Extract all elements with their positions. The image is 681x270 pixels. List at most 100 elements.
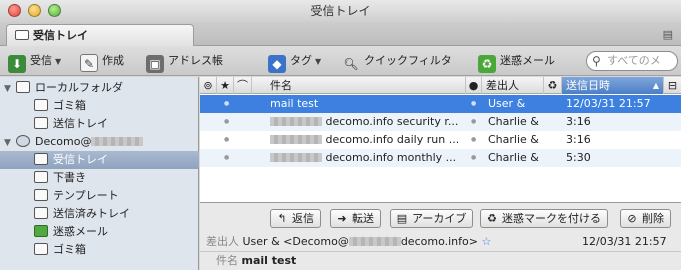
message-row[interactable]: ● mail test ● User & 12/03/31 21:57 bbox=[200, 95, 681, 113]
tab-bar: 受信トレイ ▤ bbox=[0, 22, 681, 46]
column-picker-icon[interactable]: ⊟ bbox=[664, 77, 681, 94]
unstarred-icon[interactable]: ● bbox=[224, 149, 229, 167]
redacted-text bbox=[91, 137, 144, 146]
inbox-icon bbox=[34, 153, 48, 165]
chevron-down-icon[interactable]: ▼ bbox=[55, 57, 61, 66]
read-status-icon[interactable]: ● bbox=[471, 149, 476, 167]
disclosure-triangle-icon[interactable]: ▼ bbox=[4, 80, 16, 98]
read-status-icon[interactable]: ● bbox=[471, 113, 476, 131]
quick-filter-button[interactable]: 🔍︎ クイックフィルタ bbox=[342, 50, 451, 72]
message-subject: decomo.info security r... bbox=[325, 115, 459, 128]
date-column-header[interactable]: 送信日時 ▲ bbox=[562, 77, 664, 94]
account-icon bbox=[16, 135, 30, 147]
folder-sent[interactable]: 送信済みトレイ bbox=[34, 205, 130, 223]
recycle-icon: ♻ bbox=[487, 212, 497, 225]
delete-label: 削除 bbox=[642, 212, 664, 225]
folder-local-outbox[interactable]: 送信トレイ bbox=[34, 115, 108, 133]
folder-local-trash[interactable]: ゴミ箱 bbox=[34, 97, 86, 115]
compose-label: 作成 bbox=[102, 54, 124, 67]
message-sender: Charlie & bbox=[488, 151, 539, 164]
star-column-icon[interactable]: ★ bbox=[217, 77, 234, 94]
folder-label: 送信済みトレイ bbox=[53, 207, 130, 220]
archive-button[interactable]: ▤ アーカイブ bbox=[390, 209, 474, 228]
folder-label: ローカルフォルダ bbox=[35, 81, 123, 94]
subject-label: 件名 bbox=[216, 254, 238, 267]
folder-drafts[interactable]: 下書き bbox=[34, 169, 86, 187]
minimize-window-button[interactable] bbox=[28, 4, 41, 17]
read-status-icon[interactable]: ● bbox=[471, 95, 476, 113]
address-book-icon: ▣ bbox=[146, 55, 164, 73]
trash-icon bbox=[34, 99, 48, 111]
subject-column-header[interactable]: 件名 bbox=[252, 77, 466, 94]
star-contact-icon[interactable]: ☆ bbox=[481, 235, 491, 248]
folder-templates[interactable]: テンプレート bbox=[34, 187, 119, 205]
message-sender: Charlie & bbox=[488, 115, 539, 128]
from-address-prefix: User & <Decomo@ bbox=[242, 235, 349, 248]
tab-list-icon[interactable]: ▤ bbox=[663, 28, 673, 41]
redacted-text bbox=[270, 153, 322, 162]
search-input[interactable]: ⚲ すべてのメ bbox=[586, 51, 678, 71]
address-book-button[interactable]: ▣ アドレス帳 bbox=[146, 50, 223, 73]
folder-trash[interactable]: ゴミ箱 bbox=[34, 241, 86, 259]
from-header: 差出人 User & <Decomo@ decomo.info> ☆ bbox=[206, 234, 491, 250]
folder-label: 受信トレイ bbox=[53, 153, 108, 166]
attachment-column-icon[interactable]: ⌒ bbox=[234, 77, 252, 94]
close-window-button[interactable] bbox=[8, 4, 21, 17]
tab-inbox[interactable]: 受信トレイ bbox=[6, 24, 194, 46]
compose-button[interactable]: ✎ 作成 bbox=[80, 50, 124, 72]
tag-button[interactable]: ◆ タグ ▼ bbox=[268, 50, 321, 73]
disclosure-triangle-icon[interactable]: ▼ bbox=[4, 134, 16, 152]
forward-arrow-icon: ➜ bbox=[337, 212, 347, 225]
address-book-label: アドレス帳 bbox=[168, 54, 223, 67]
message-row[interactable]: ● decomo.info security r... ● Charlie & … bbox=[200, 113, 681, 131]
mail-window: 受信トレイ 受信トレイ ▤ ⬇ 受信 ▼ ✎ 作成 ▣ アドレス帳 ◆ タグ ▼ 🔍︎ クイッ… bbox=[0, 0, 681, 270]
folder-account[interactable]: ▼ Decomo@ bbox=[4, 133, 144, 152]
message-date: 3:16 bbox=[566, 133, 591, 146]
folder-label: Decomo@ bbox=[35, 135, 92, 148]
sort-ascending-icon: ▲ bbox=[652, 81, 659, 90]
folder-inbox[interactable]: 受信トレイ bbox=[0, 151, 199, 169]
read-status-icon[interactable]: ● bbox=[471, 131, 476, 149]
unstarred-icon[interactable]: ● bbox=[224, 95, 229, 113]
thread-column-icon[interactable]: ⊚ bbox=[200, 77, 217, 94]
mark-junk-button[interactable]: ♻ 迷惑マークを付ける bbox=[480, 209, 608, 228]
unstarred-icon[interactable]: ● bbox=[224, 131, 229, 149]
message-list-header: ⊚ ★ ⌒ 件名 ● 差出人 ♻ 送信日時 ▲ ⊟ bbox=[200, 77, 681, 94]
message-date: 3:16 bbox=[566, 115, 591, 128]
junk-button[interactable]: ♻ 迷惑メール bbox=[478, 50, 555, 73]
folder-label: 送信トレイ bbox=[53, 117, 108, 130]
message-row[interactable]: ● decomo.info monthly ... ● Charlie & 5:… bbox=[200, 149, 681, 167]
from-address-suffix: decomo.info> bbox=[400, 235, 478, 248]
read-column-icon[interactable]: ● bbox=[466, 77, 482, 94]
from-address[interactable]: User & <Decomo@ decomo.info> bbox=[243, 235, 478, 248]
redacted-text bbox=[270, 117, 322, 126]
forward-button[interactable]: ➜ 転送 bbox=[330, 209, 381, 228]
trash-icon bbox=[34, 243, 48, 255]
archive-icon: ▤ bbox=[396, 212, 408, 225]
folder-junk[interactable]: 迷惑メール bbox=[34, 223, 108, 241]
reply-button[interactable]: ↰ 返信 bbox=[270, 209, 321, 228]
folder-local-folders[interactable]: ▼ ローカルフォルダ bbox=[4, 79, 123, 97]
message-preview: ↰ 返信 ➜ 転送 ▤ アーカイブ ♻ 迷惑マークを付ける ⊘ 削除 差出人 User &… bbox=[200, 202, 681, 270]
sender-column-header[interactable]: 差出人 bbox=[482, 77, 544, 94]
main-toolbar: ⬇ 受信 ▼ ✎ 作成 ▣ アドレス帳 ◆ タグ ▼ 🔍︎ クイックフィルタ ♻ 迷惑メール ⚲… bbox=[0, 46, 681, 76]
message-subject: mail test bbox=[270, 97, 319, 110]
title-bar: 受信トレイ bbox=[0, 0, 681, 22]
subject-header: 件名 mail test bbox=[216, 253, 296, 269]
junk-icon bbox=[34, 225, 48, 237]
message-row[interactable]: ● decomo.info daily run ... ● Charlie & … bbox=[200, 131, 681, 149]
junk-column-icon[interactable]: ♻ bbox=[544, 77, 562, 94]
redacted-text bbox=[348, 237, 401, 246]
folder-label: テンプレート bbox=[53, 189, 119, 202]
get-mail-button[interactable]: ⬇ 受信 ▼ bbox=[8, 50, 61, 73]
delete-button[interactable]: ⊘ 削除 bbox=[620, 209, 671, 228]
subject-value: mail test bbox=[241, 254, 297, 267]
message-date: 12/03/31 21:57 bbox=[582, 235, 667, 248]
tag-icon: ◆ bbox=[268, 55, 286, 73]
message-date: 12/03/31 21:57 bbox=[566, 97, 651, 110]
delete-icon: ⊘ bbox=[627, 212, 637, 225]
recycle-icon: ♻ bbox=[478, 55, 496, 73]
unstarred-icon[interactable]: ● bbox=[224, 113, 229, 131]
chevron-down-icon[interactable]: ▼ bbox=[315, 57, 321, 66]
zoom-window-button[interactable] bbox=[48, 4, 61, 17]
